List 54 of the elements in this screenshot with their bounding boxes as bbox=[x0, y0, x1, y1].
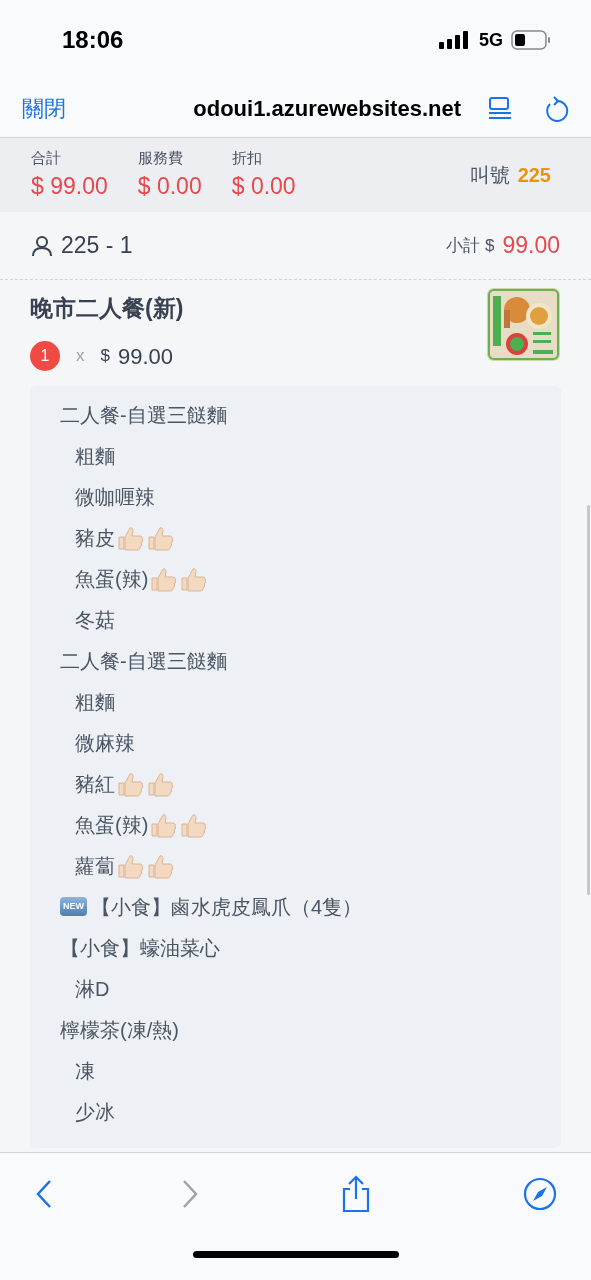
reload-button[interactable] bbox=[543, 94, 569, 123]
currency-sign: $ bbox=[100, 345, 110, 368]
summary-label: 合計 bbox=[31, 147, 62, 168]
share-button[interactable] bbox=[340, 1175, 372, 1213]
option-text: 凍 bbox=[75, 1058, 95, 1084]
share-icon bbox=[340, 1175, 372, 1213]
forward-icon bbox=[180, 1178, 200, 1210]
status-time: 18:06 bbox=[62, 25, 124, 55]
person-icon bbox=[31, 234, 53, 257]
compass-button[interactable] bbox=[523, 1177, 557, 1211]
subtotal-label: 小計 $ bbox=[446, 234, 495, 257]
option-text: 微麻辣 bbox=[75, 730, 135, 756]
option-text: 粗麵 bbox=[75, 443, 115, 469]
option-text: 少冰 bbox=[75, 1099, 115, 1125]
call-label: 叫號 bbox=[469, 163, 510, 188]
option-text: 【小食】蠔油菜心 bbox=[60, 935, 220, 961]
new-badge: NEW bbox=[60, 897, 87, 916]
summary-label: 折扣 bbox=[231, 147, 263, 168]
battery-icon bbox=[511, 30, 551, 50]
option-text: 淋D bbox=[75, 976, 110, 1002]
summary-label: 服務費 bbox=[137, 147, 184, 168]
option-text: 魚蛋(辣) bbox=[75, 566, 149, 592]
option-text: 粗麵 bbox=[75, 689, 115, 715]
guest-number: 225 - 1 bbox=[61, 231, 133, 261]
compass-icon bbox=[523, 1177, 557, 1211]
option-text: 豬皮 bbox=[75, 525, 115, 551]
network-label: 5G bbox=[479, 28, 503, 52]
subtotal-value: 99.00 bbox=[502, 231, 560, 261]
summary-value: $ 0.00 bbox=[231, 172, 296, 201]
option-text: 魚蛋(辣) bbox=[75, 812, 149, 838]
quantity-badge: 1 bbox=[30, 341, 60, 371]
option-text: 【小食】鹵水虎皮鳳爪（4隻） bbox=[91, 894, 363, 920]
reload-icon bbox=[543, 94, 569, 123]
option-text: 檸檬茶(凍/熱) bbox=[60, 1017, 179, 1043]
option-text: 微咖喱辣 bbox=[75, 484, 155, 510]
item-name: 晚市二人餐(新) bbox=[30, 294, 184, 323]
item-price: 99.00 bbox=[117, 342, 174, 371]
summary-value: $ 99.00 bbox=[31, 172, 108, 201]
menu-button[interactable] bbox=[487, 95, 513, 122]
call-number: 225 bbox=[517, 163, 551, 188]
option-text: 冬菇 bbox=[75, 607, 115, 633]
list-icon bbox=[487, 95, 513, 122]
signal-icon bbox=[439, 31, 471, 49]
back-button[interactable] bbox=[34, 1178, 54, 1210]
summary-value: $ 0.00 bbox=[137, 172, 202, 201]
close-button[interactable]: 關閉 bbox=[22, 92, 66, 125]
option-text: 二人餐-自選三餸麵 bbox=[60, 402, 227, 428]
option-text: 蘿蔔 bbox=[75, 853, 115, 879]
times-sign: x bbox=[76, 345, 85, 368]
option-text: 豬紅 bbox=[75, 771, 115, 797]
url-text: odoui1.azurewebsites.net bbox=[193, 95, 461, 123]
back-icon bbox=[34, 1178, 54, 1210]
option-text: 二人餐-自選三餸麵 bbox=[60, 648, 227, 674]
forward-button[interactable] bbox=[180, 1178, 200, 1210]
